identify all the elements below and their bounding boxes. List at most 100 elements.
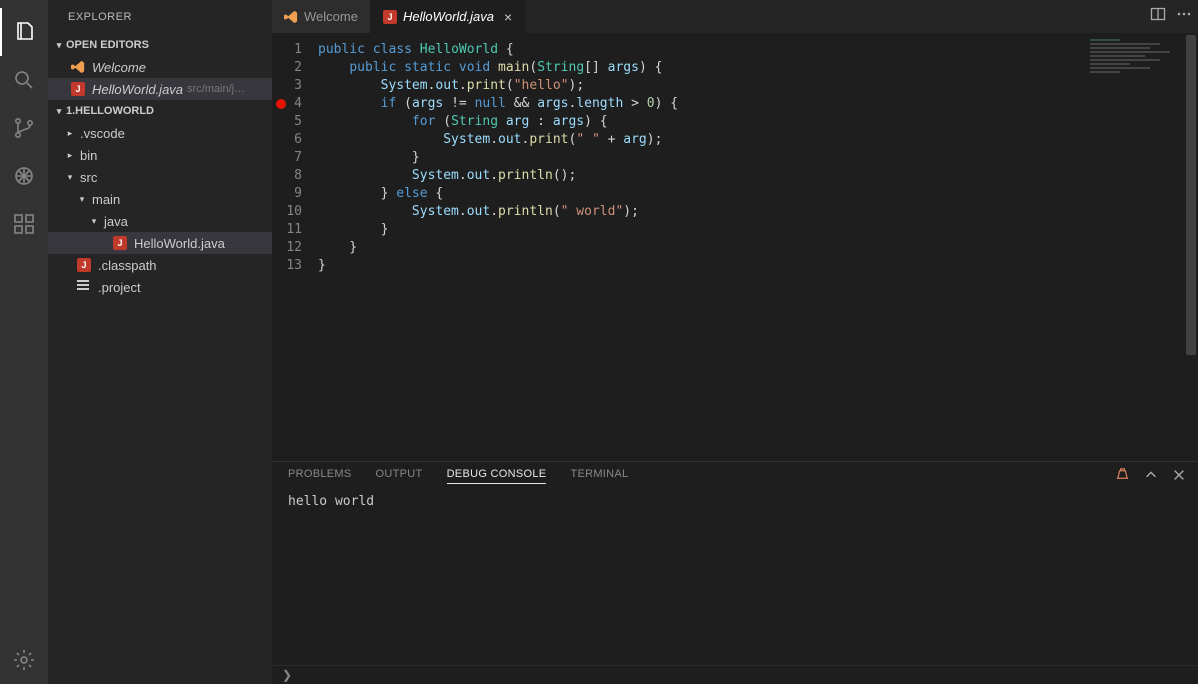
repl-chevron[interactable]: ❯ <box>282 668 292 682</box>
tab-close-button[interactable]: × <box>504 9 512 25</box>
split-editor-button[interactable] <box>1150 6 1166 27</box>
sidebar-title: EXPLORER <box>48 0 272 34</box>
tree-item-label: .vscode <box>80 126 125 141</box>
tab-label: Welcome <box>304 9 358 24</box>
line-number[interactable]: 3 <box>276 77 302 95</box>
tab-label: HelloWorld.java <box>403 9 494 24</box>
java-icon <box>77 258 91 272</box>
bug-icon <box>12 164 36 188</box>
code-line[interactable]: System.out.println(" world"); <box>318 203 678 221</box>
line-number[interactable]: 12 <box>276 239 302 257</box>
code-line[interactable]: for (String arg : args) { <box>318 113 678 131</box>
line-number[interactable]: 8 <box>276 167 302 185</box>
open-editor-item[interactable]: Welcome <box>48 56 272 78</box>
line-number[interactable]: 13 <box>276 257 302 275</box>
code-line[interactable]: } <box>318 257 678 275</box>
tree-item-label: src <box>80 170 97 185</box>
tree-item[interactable]: ▾java <box>48 210 272 232</box>
panel-collapse-button[interactable] <box>1144 468 1158 485</box>
line-number[interactable]: 7 <box>276 149 302 167</box>
code-area[interactable]: public class HelloWorld { public static … <box>318 33 678 461</box>
tab-actions <box>1150 0 1198 33</box>
panel-tabs: PROBLEMS OUTPUT DEBUG CONSOLE TERMINAL <box>272 462 1198 490</box>
java-icon <box>113 236 127 250</box>
chevron-down-icon: ▾ <box>64 172 76 183</box>
debug-console-output[interactable]: hello world <box>272 490 1198 665</box>
panel-close-button[interactable] <box>1172 468 1186 485</box>
code-line[interactable]: System.out.println(); <box>318 167 678 185</box>
line-number[interactable]: 5 <box>276 113 302 131</box>
java-icon <box>383 10 397 24</box>
section-open-editors[interactable]: ▾ OPEN EDITORS <box>48 34 272 56</box>
tree-item-label: java <box>104 214 128 229</box>
line-number[interactable]: 2 <box>276 59 302 77</box>
dots-icon <box>1176 6 1192 22</box>
split-icon <box>1150 6 1166 22</box>
code-line[interactable]: public static void main(String[] args) { <box>318 59 678 77</box>
tree-item[interactable]: ▾main <box>48 188 272 210</box>
activity-settings[interactable] <box>0 636 48 684</box>
vscode-icon <box>71 60 85 74</box>
code-line[interactable]: } <box>318 221 678 239</box>
open-editor-path: src/main/j… <box>187 83 245 95</box>
panel-tab-problems[interactable]: PROBLEMS <box>288 468 352 484</box>
tree-item[interactable]: HelloWorld.java <box>48 232 272 254</box>
line-number[interactable]: 11 <box>276 221 302 239</box>
search-icon <box>12 68 36 92</box>
tab-welcome[interactable]: Welcome <box>272 0 371 33</box>
activity-debug[interactable] <box>0 152 48 200</box>
code-line[interactable]: } <box>318 149 678 167</box>
open-editor-label: HelloWorld.java <box>92 82 183 97</box>
vscode-icon <box>284 10 298 24</box>
code-line[interactable]: System.out.print(" " + arg); <box>318 131 678 149</box>
tab-helloworld-java[interactable]: HelloWorld.java × <box>371 0 525 33</box>
minimap[interactable] <box>1090 39 1184 89</box>
panel-tab-output[interactable]: OUTPUT <box>376 468 423 484</box>
line-number[interactable]: 10 <box>276 203 302 221</box>
clear-console-button[interactable] <box>1115 467 1130 485</box>
code-line[interactable]: } else { <box>318 185 678 203</box>
activity-explorer[interactable] <box>0 8 48 56</box>
line-number[interactable]: 1 <box>276 41 302 59</box>
section-project[interactable]: ▾ 1.HELLOWORLD <box>48 100 272 122</box>
tree-item-label: bin <box>80 148 97 163</box>
section-label: 1.HELLOWORLD <box>66 105 154 117</box>
line-number[interactable]: 9 <box>276 185 302 203</box>
code-line[interactable]: if (args != null && args.length > 0) { <box>318 95 678 113</box>
more-actions-button[interactable] <box>1176 6 1192 27</box>
bottom-panel: PROBLEMS OUTPUT DEBUG CONSOLE TERMINAL hell… <box>272 461 1198 665</box>
code-line[interactable]: System.out.print("hello"); <box>318 77 678 95</box>
editor[interactable]: 12345678910111213 public class HelloWorl… <box>272 33 1198 461</box>
main: WelcomeHelloWorld.java× 1234567891011121… <box>272 0 1198 684</box>
tree-item[interactable]: ▸ bin <box>48 144 272 166</box>
chevron-up-icon <box>1144 468 1158 482</box>
line-number[interactable]: 6 <box>276 131 302 149</box>
tree-item[interactable]: ▾ src <box>48 166 272 188</box>
chevron-right-icon: ▸ <box>64 150 76 161</box>
tree-item[interactable]: ▸.vscode <box>48 122 272 144</box>
breakpoint[interactable] <box>276 99 286 109</box>
code-line[interactable]: } <box>318 239 678 257</box>
panel-tab-debug-console[interactable]: DEBUG CONSOLE <box>447 468 547 484</box>
activity-extensions[interactable] <box>0 200 48 248</box>
open-editor-item[interactable]: HelloWorld.java src/main/j… <box>48 78 272 100</box>
tree-item[interactable]: .classpath <box>48 254 272 276</box>
clear-icon <box>1115 467 1130 482</box>
tree-item[interactable]: .project <box>48 276 272 298</box>
tree-item-label: HelloWorld.java <box>134 236 225 251</box>
section-label: OPEN EDITORS <box>66 39 149 51</box>
extensions-icon <box>12 212 36 236</box>
tab-bar: Welcome HelloWorld.java × <box>272 0 1198 33</box>
close-icon <box>1172 468 1186 482</box>
tree-item-label: main <box>92 192 120 207</box>
open-editor-label: Welcome <box>92 60 146 75</box>
activity-scm[interactable] <box>0 104 48 152</box>
scrollbar-vertical[interactable] <box>1184 33 1198 461</box>
activity-bar <box>0 0 48 684</box>
files-icon <box>13 20 37 44</box>
activity-search[interactable] <box>0 56 48 104</box>
gutter[interactable]: 12345678910111213 <box>272 33 318 461</box>
panel-tab-terminal[interactable]: TERMINAL <box>570 468 628 484</box>
java-icon <box>71 82 85 96</box>
code-line[interactable]: public class HelloWorld { <box>318 41 678 59</box>
